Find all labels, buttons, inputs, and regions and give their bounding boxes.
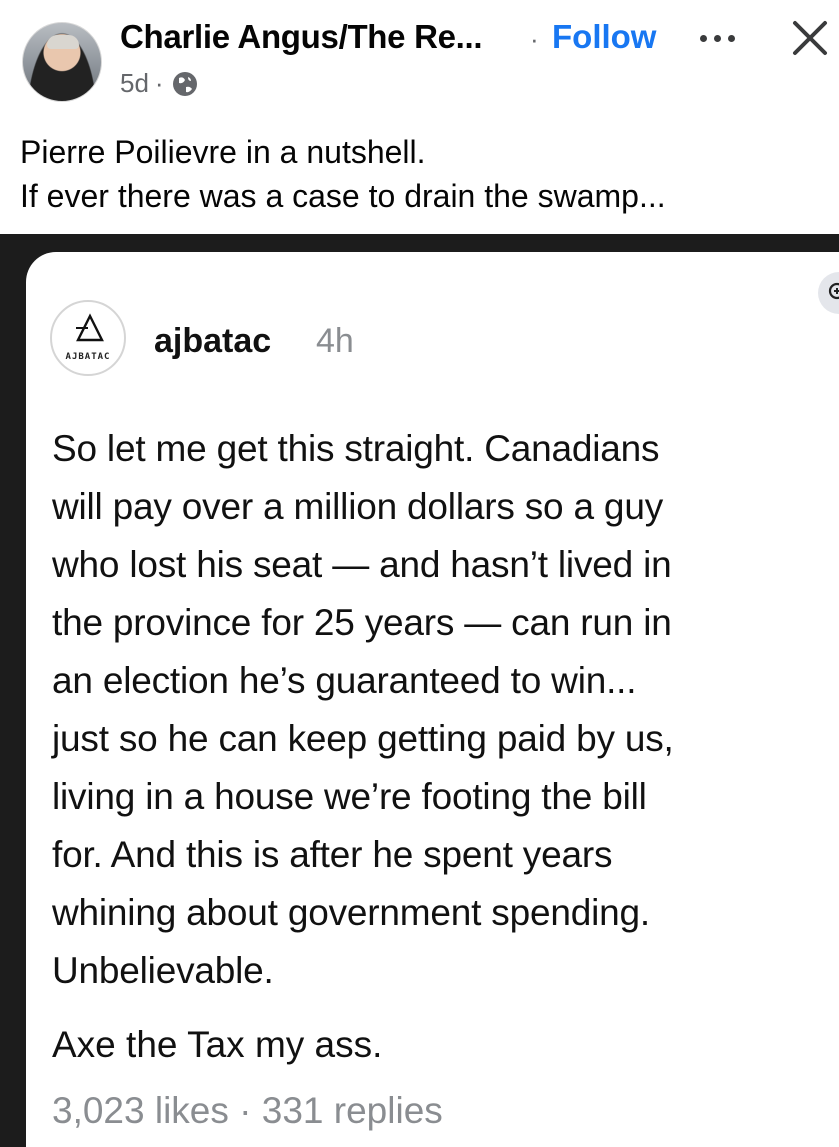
body-line: an election he’s guaranteed to win...	[52, 660, 637, 701]
embedded-handle[interactable]: ajbatac	[154, 322, 271, 361]
body-line: Unbelievable.	[52, 950, 274, 991]
body-line: who lost his seat — and hasn’t lived in	[52, 544, 672, 585]
body-line: will pay over a million dollars so a guy	[52, 486, 663, 527]
caption-line: If ever there was a case to drain the sw…	[20, 178, 666, 214]
avatar-hair	[47, 35, 79, 49]
triangle-logo-icon	[76, 313, 104, 342]
meta-separator: ·	[154, 68, 164, 98]
body-line: So let me get this straight. Canadians	[52, 428, 660, 469]
close-icon[interactable]	[790, 18, 830, 58]
ajbatac-logo[interactable]: AJBATAC	[50, 300, 126, 376]
body-line: living in a house we’re footing the bill	[52, 776, 647, 817]
more-options-icon[interactable]	[700, 26, 744, 50]
follow-button[interactable]: Follow	[552, 18, 656, 56]
body-line: for. And this is after he spent years	[52, 834, 613, 875]
body-line: the province for 25 years — can run in	[52, 602, 672, 643]
post-time[interactable]: 5d	[120, 68, 149, 99]
globe-icon	[172, 71, 197, 96]
post-image[interactable]: AJBATAC ajbatac 4h So let me get this st…	[0, 234, 839, 1147]
author-name[interactable]: Charlie Angus/The Re...	[120, 18, 483, 56]
body-line: just so he can keep getting paid by us,	[52, 718, 674, 759]
embedded-body: So let me get this straight. Canadians w…	[52, 420, 832, 1000]
embedded-time: 4h	[316, 322, 354, 360]
embedded-stats: 3,023 likes · 331 replies	[52, 1090, 443, 1131]
zoom-in-icon[interactable]	[818, 272, 839, 314]
post-header: Charlie Angus/The Re... · Follow 5d ·	[0, 0, 839, 115]
post-caption: Pierre Poilievre in a nutshell. If ever …	[20, 130, 666, 218]
post-meta: 5d ·	[120, 68, 200, 99]
embedded-closing: Axe the Tax my ass.	[52, 1024, 383, 1065]
author-avatar[interactable]	[22, 22, 102, 102]
embedded-post-card: AJBATAC ajbatac 4h So let me get this st…	[26, 252, 839, 1147]
logo-text: AJBATAC	[65, 352, 111, 362]
caption-line: Pierre Poilievre in a nutshell.	[20, 134, 426, 170]
body-line: whining about government spending.	[52, 892, 650, 933]
name-separator: ·	[530, 24, 539, 54]
